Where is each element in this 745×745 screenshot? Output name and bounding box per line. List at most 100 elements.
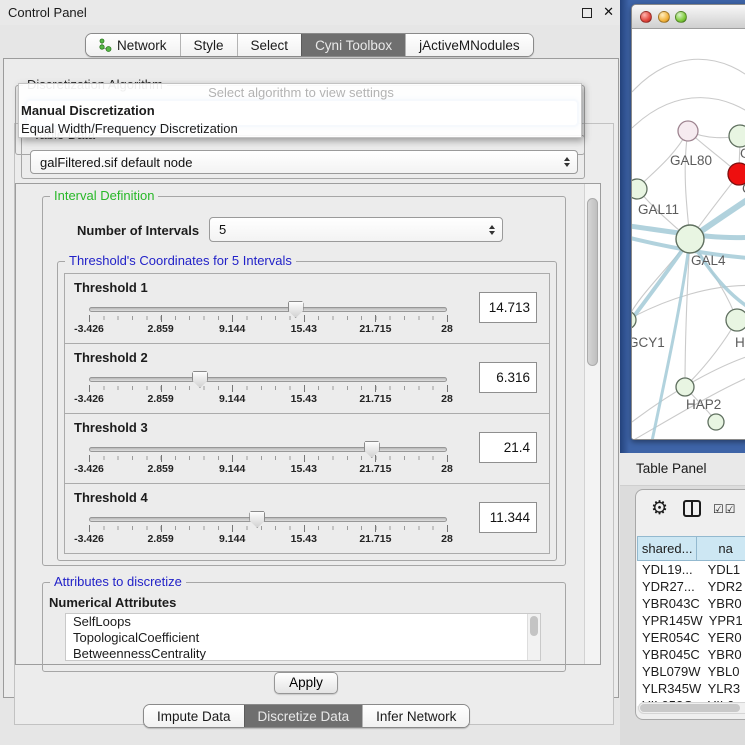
slider-track[interactable] bbox=[89, 307, 447, 312]
float-window-icon[interactable] bbox=[582, 8, 592, 18]
table-row[interactable]: YBR043CYBR0 bbox=[637, 595, 745, 612]
num-intervals-combobox[interactable]: 5 bbox=[209, 217, 503, 242]
minimize-traffic-light[interactable] bbox=[658, 11, 670, 23]
list-item[interactable]: SelfLoops bbox=[66, 614, 540, 630]
table-row[interactable]: YDL19...YDL1 bbox=[637, 561, 745, 578]
node-gal11[interactable] bbox=[632, 179, 647, 199]
combo-arrows-icon bbox=[489, 225, 495, 235]
close-traffic-light[interactable] bbox=[640, 11, 652, 23]
list-scrollbar[interactable] bbox=[527, 614, 540, 660]
table-row[interactable]: YBR045CYBR0 bbox=[637, 646, 745, 663]
node-label: GAL80 bbox=[670, 153, 712, 168]
threshold-value-field[interactable] bbox=[479, 502, 537, 533]
tab-label: Cyni Toolbox bbox=[315, 38, 392, 53]
table-data-value: galFiltered.sif default node bbox=[40, 155, 192, 170]
network-canvas[interactable]: GAL80 GAL11 GAL4 GCY1 HAP2 GA C H bbox=[632, 30, 745, 440]
interval-definition-label: Interval Definition bbox=[50, 188, 158, 203]
threshold-value-field[interactable] bbox=[479, 292, 537, 323]
select-columns-icon[interactable]: ☑☑ bbox=[713, 502, 737, 516]
table-row[interactable]: YER054CYER0 bbox=[637, 629, 745, 646]
threshold-value-field[interactable] bbox=[479, 432, 537, 463]
network-view-window[interactable]: GAL80 GAL11 GAL4 GCY1 HAP2 GA C H bbox=[631, 4, 745, 440]
node-label: GA bbox=[740, 146, 745, 161]
close-icon[interactable]: ✕ bbox=[603, 4, 614, 20]
node-gal4[interactable] bbox=[676, 225, 704, 253]
threshold-slider[interactable]: -3.426 2.859 9.144 15.43 21.715 28 bbox=[89, 440, 447, 476]
top-tabbar: Network Style Select Cyni Toolbox jActiv… bbox=[85, 33, 534, 57]
column-header-name[interactable]: na bbox=[697, 536, 745, 561]
slider-track[interactable] bbox=[89, 447, 447, 452]
tab-label: Select bbox=[251, 38, 289, 53]
node-ga[interactable] bbox=[729, 125, 745, 147]
scrollbar-thumb[interactable] bbox=[640, 704, 740, 712]
columns-icon[interactable] bbox=[683, 500, 701, 517]
network-window-titlebar[interactable] bbox=[632, 5, 745, 29]
zoom-traffic-light[interactable] bbox=[675, 11, 687, 23]
interval-definition-group: Interval Definition Number of Intervals … bbox=[42, 196, 566, 566]
table-row[interactable]: YPR145WYPR1 bbox=[637, 612, 745, 629]
node-label: GAL11 bbox=[638, 202, 679, 217]
vertical-scrollbar[interactable] bbox=[584, 184, 600, 664]
attributes-group: Attributes to discretize Numerical Attri… bbox=[42, 582, 566, 672]
table-row[interactable]: YLR345WYLR3 bbox=[637, 680, 745, 697]
node-h[interactable] bbox=[726, 309, 745, 331]
bottom-tabbar: Impute Data Discretize Data Infer Networ… bbox=[143, 704, 470, 728]
table-panel-titlebar: Table Panel bbox=[620, 453, 745, 486]
tab-network[interactable]: Network bbox=[86, 34, 180, 56]
node-partial[interactable] bbox=[708, 414, 724, 430]
tab-label: Impute Data bbox=[157, 709, 231, 724]
numerical-attributes-list: SelfLoops TopologicalCoefficient Between… bbox=[65, 613, 541, 661]
tab-infer-network[interactable]: Infer Network bbox=[362, 705, 469, 727]
tab-select[interactable]: Select bbox=[237, 34, 302, 56]
table-row[interactable]: YBL079WYBL0 bbox=[637, 663, 745, 680]
table-data-group: Table Data galFiltered.sif default node bbox=[21, 135, 585, 179]
dropdown-item-manual[interactable]: Manual Discretization bbox=[19, 102, 581, 120]
tab-cyni-toolbox[interactable]: Cyni Toolbox bbox=[301, 34, 405, 56]
gear-icon[interactable]: ⚙ bbox=[651, 499, 668, 518]
threshold-slider[interactable]: -3.426 2.859 9.144 15.43 21.715 28 bbox=[89, 300, 447, 336]
threshold-slider[interactable]: -3.426 2.859 9.144 15.43 21.715 28 bbox=[89, 370, 447, 406]
slider-tick-labels: -3.426 2.859 9.144 15.43 21.715 28 bbox=[89, 393, 447, 405]
scrollbar-thumb[interactable] bbox=[587, 198, 598, 366]
numerical-attributes-label: Numerical Attributes bbox=[49, 595, 176, 610]
threshold-value-field[interactable] bbox=[479, 362, 537, 393]
tab-label: Style bbox=[194, 38, 224, 53]
dropdown-placeholder: Select algorithm to view settings bbox=[19, 84, 581, 102]
threshold-label: Threshold 3 bbox=[74, 420, 148, 435]
slider-major-ticks bbox=[89, 385, 447, 392]
horizontal-scrollbar[interactable] bbox=[638, 702, 745, 714]
slider-track[interactable] bbox=[89, 517, 447, 522]
node-label: H bbox=[735, 335, 745, 350]
threshold-panel: Threshold 4 -3.426 2.859 9.144 bbox=[64, 483, 550, 554]
tab-impute-data[interactable]: Impute Data bbox=[144, 705, 244, 727]
tab-label: Discretize Data bbox=[258, 709, 350, 724]
table-row[interactable]: YDR27...YDR2 bbox=[637, 578, 745, 595]
tab-label: Infer Network bbox=[376, 709, 456, 724]
node-gal80[interactable] bbox=[678, 121, 698, 141]
dropdown-item-equal-width[interactable]: Equal Width/Frequency Discretization bbox=[19, 120, 581, 138]
num-intervals-value: 5 bbox=[219, 222, 226, 237]
apply-button[interactable]: Apply bbox=[274, 672, 338, 694]
table-header-row: shared... na bbox=[637, 536, 745, 561]
tab-style[interactable]: Style bbox=[180, 34, 237, 56]
table-data-combobox[interactable]: galFiltered.sif default node bbox=[30, 150, 578, 174]
tab-label: Network bbox=[117, 38, 167, 53]
column-header-shared-name[interactable]: shared... bbox=[637, 536, 697, 561]
threshold-panel: Threshold 1 -3.426 2.859 9.144 bbox=[64, 273, 550, 344]
tab-label: jActiveMNodules bbox=[419, 38, 520, 53]
table-panel-body: ⚙ ☑☑ shared... na YDL19...YDL1 YDR27...Y… bbox=[620, 486, 745, 745]
list-item[interactable]: TopologicalCoefficient bbox=[66, 630, 540, 646]
tab-jactivemnodules[interactable]: jActiveMNodules bbox=[405, 34, 533, 56]
panel-title: Control Panel bbox=[8, 5, 87, 20]
network-icon bbox=[99, 38, 112, 52]
slider-track[interactable] bbox=[89, 377, 447, 382]
list-item[interactable]: BetweennessCentrality bbox=[66, 646, 540, 661]
settings-scrollpane: Interval Definition Number of Intervals … bbox=[15, 183, 601, 665]
tab-discretize-data[interactable]: Discretize Data bbox=[244, 705, 363, 727]
threshold-slider[interactable]: -3.426 2.859 9.144 15.43 21.715 28 bbox=[89, 510, 447, 546]
node-hap2[interactable] bbox=[676, 378, 694, 396]
threshold-coords-label: Threshold's Coordinates for 5 Intervals bbox=[65, 253, 296, 268]
threshold-label: Threshold 2 bbox=[74, 350, 148, 365]
slider-tick-labels: -3.426 2.859 9.144 15.43 21.715 28 bbox=[89, 463, 447, 475]
num-intervals-label: Number of Intervals bbox=[77, 223, 199, 238]
